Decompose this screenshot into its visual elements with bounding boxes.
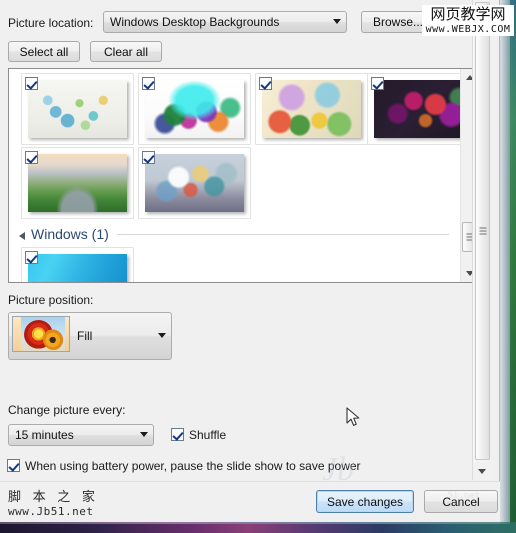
- picture-location-value: Windows Desktop Backgrounds: [110, 15, 280, 29]
- screenshot-root: Picture location: Windows Desktop Backgr…: [0, 0, 516, 533]
- clear-all-button[interactable]: Clear all: [90, 41, 162, 62]
- picture-location-label: Picture location:: [8, 16, 94, 30]
- wallpaper-preview: [28, 80, 127, 138]
- table-row[interactable]: [21, 147, 134, 219]
- wallpaper-preview: [145, 154, 244, 212]
- triangle-down-icon: [477, 469, 486, 474]
- wallpaper-checkbox[interactable]: [142, 77, 155, 90]
- wallpaper-preview: [28, 154, 127, 212]
- save-changes-button[interactable]: Save changes: [316, 490, 414, 513]
- desktop-background-dialog: Picture location: Windows Desktop Backgr…: [0, 0, 500, 533]
- shuffle-label: Shuffle: [189, 428, 227, 442]
- group-divider: [116, 233, 449, 235]
- table-row[interactable]: [138, 73, 251, 145]
- desktop-aero-glow: [510, 0, 516, 533]
- dialog-scroll-down-button[interactable]: [473, 463, 490, 480]
- select-all-button[interactable]: Select all: [8, 41, 80, 62]
- dialog-scrollbar[interactable]: [472, 0, 490, 480]
- table-row[interactable]: [255, 73, 368, 145]
- wallpaper-checkbox[interactable]: [142, 151, 155, 164]
- shuffle-checkbox[interactable]: [171, 428, 184, 441]
- taskbar: [0, 524, 516, 533]
- table-row[interactable]: [138, 147, 251, 219]
- collapse-triangle-icon[interactable]: [19, 232, 25, 240]
- change-interval-label: Change picture every:: [8, 403, 126, 417]
- wallpaper-checkbox[interactable]: [25, 77, 38, 90]
- chevron-down-icon: [153, 332, 171, 340]
- dialog-scrollbar-thumb[interactable]: [475, 2, 490, 460]
- table-row[interactable]: [21, 247, 134, 282]
- thumbnail-grid: Windows (1): [9, 69, 478, 282]
- battery-pause-checkbox[interactable]: [7, 459, 20, 472]
- wallpaper-checkbox[interactable]: [25, 251, 38, 264]
- picture-position-label: Picture position:: [8, 293, 94, 307]
- wallpaper-checkbox[interactable]: [371, 77, 384, 90]
- picture-position-combobox[interactable]: Fill: [8, 312, 172, 360]
- dialog-scrollbar-track[interactable]: [474, 0, 490, 463]
- change-interval-value: 15 minutes: [15, 428, 74, 442]
- picture-location-combobox[interactable]: Windows Desktop Backgrounds: [103, 11, 347, 33]
- group-header-windows[interactable]: Windows (1): [19, 224, 449, 244]
- wallpaper-preview: [28, 254, 127, 282]
- wallpaper-thumbnail-listbox[interactable]: Windows (1): [8, 68, 479, 283]
- chevron-down-icon: [135, 431, 153, 439]
- wallpaper-checkbox[interactable]: [25, 151, 38, 164]
- wallpaper-preview: [262, 80, 361, 138]
- cancel-button[interactable]: Cancel: [424, 490, 498, 513]
- grip-icon: [479, 227, 486, 235]
- battery-pause-label: When using battery power, pause the slid…: [25, 459, 361, 473]
- table-row[interactable]: [21, 73, 134, 145]
- chevron-down-icon: [328, 18, 346, 26]
- picture-position-preview-icon: [12, 316, 70, 352]
- wallpaper-checkbox[interactable]: [259, 77, 272, 90]
- dialog-body: Picture location: Windows Desktop Backgr…: [0, 0, 490, 480]
- wallpaper-preview: [145, 80, 244, 138]
- group-title-label: Windows (1): [31, 226, 109, 242]
- browse-button[interactable]: Browse...: [361, 11, 435, 33]
- wallpaper-preview: [374, 80, 473, 138]
- change-interval-combobox[interactable]: 15 minutes: [8, 424, 154, 446]
